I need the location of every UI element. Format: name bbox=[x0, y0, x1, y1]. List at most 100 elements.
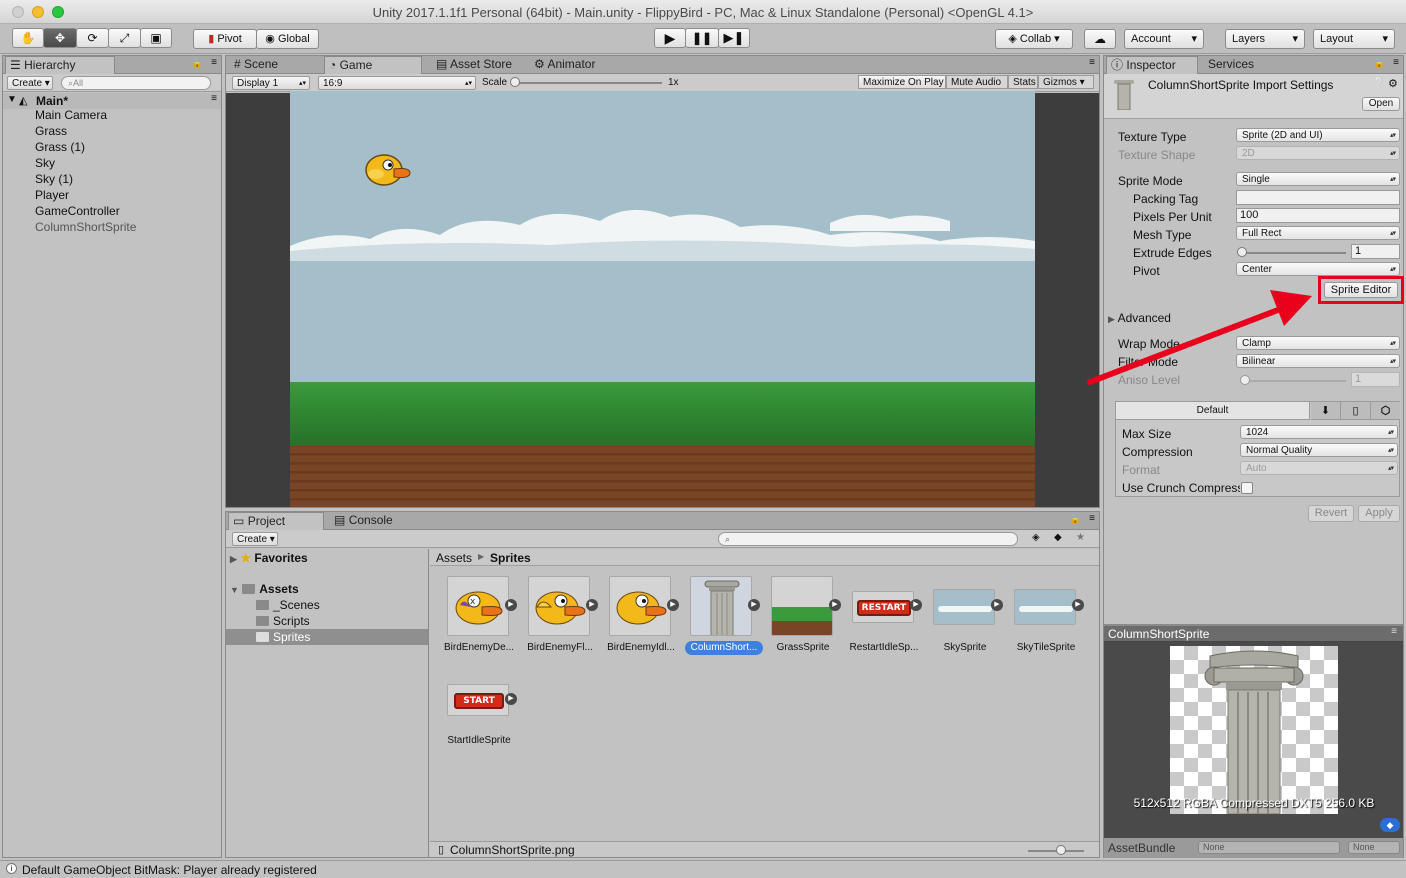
collab-dropdown[interactable]: ◈ Collab ▾ bbox=[995, 29, 1073, 49]
hierarchy-item[interactable]: Main Camera bbox=[35, 108, 107, 122]
packing-tag-field[interactable] bbox=[1236, 190, 1400, 205]
display-dropdown[interactable]: Display 1 ▴▾ bbox=[232, 76, 310, 90]
asset-label-selected[interactable]: ColumnShort... bbox=[685, 641, 763, 655]
open-button[interactable]: Open bbox=[1362, 97, 1400, 111]
extrude-edges-thumb[interactable] bbox=[1237, 247, 1247, 257]
asset-label[interactable]: BirdEnemyDe... bbox=[439, 642, 519, 653]
apply-button[interactable]: Apply bbox=[1358, 505, 1400, 522]
pivot-toggle[interactable]: ▮ Pivot bbox=[193, 29, 257, 49]
layers-dropdown[interactable]: Layers ▾ bbox=[1225, 29, 1305, 49]
revert-button[interactable]: Revert bbox=[1308, 505, 1354, 522]
asset-label[interactable]: RestartIdleSp... bbox=[844, 642, 924, 653]
folder-row[interactable]: Scripts bbox=[256, 614, 310, 628]
folder-row-selected[interactable]: Sprites bbox=[226, 629, 428, 645]
asset-thumbnail[interactable]: x bbox=[447, 576, 509, 636]
play-preview-icon[interactable]: ▶ bbox=[505, 599, 517, 611]
asset-label[interactable]: StartIdleSprite bbox=[439, 735, 519, 746]
asset-thumbnail[interactable] bbox=[528, 576, 590, 636]
tab-asset-store[interactable]: ▤ Asset Store bbox=[432, 56, 528, 74]
lock-icon[interactable]: 🔒 bbox=[192, 58, 203, 69]
play-preview-icon[interactable]: ▶ bbox=[586, 599, 598, 611]
play-preview-icon[interactable]: ▶ bbox=[910, 599, 922, 611]
asset-label[interactable]: SkyTileSprite bbox=[1006, 642, 1086, 653]
status-message[interactable]: Default GameObject BitMask: Player alrea… bbox=[22, 863, 317, 877]
panel-menu-icon[interactable]: ≡ bbox=[211, 57, 217, 68]
settings-icon[interactable]: ⚙ bbox=[1388, 77, 1398, 90]
scene-menu-icon[interactable]: ≡ bbox=[211, 93, 217, 104]
filter-type-icon[interactable]: ◈ bbox=[1032, 532, 1040, 543]
help-icon[interactable]: ❔ bbox=[1372, 77, 1386, 90]
expand-arrow-icon[interactable]: ▼ bbox=[7, 94, 17, 105]
play-preview-icon[interactable]: ▶ bbox=[505, 693, 517, 705]
star-icon[interactable]: ★ bbox=[1076, 532, 1085, 543]
label-tag-icon[interactable]: ◆ bbox=[1380, 818, 1400, 832]
asset-thumbnail[interactable] bbox=[771, 576, 833, 636]
expand-arrow-icon[interactable]: ▼ bbox=[230, 585, 239, 595]
asset-thumbnail[interactable] bbox=[609, 576, 671, 636]
platform-tab-mobile[interactable]: ▯ bbox=[1341, 402, 1371, 420]
hierarchy-search-input[interactable]: ⌕All bbox=[61, 76, 211, 90]
texture-type-dropdown[interactable]: Sprite (2D and UI) bbox=[1236, 128, 1400, 142]
play-preview-icon[interactable]: ▶ bbox=[829, 599, 841, 611]
asset-thumbnail[interactable] bbox=[1014, 589, 1076, 625]
hierarchy-item[interactable]: Sky bbox=[35, 156, 55, 170]
tab-animator[interactable]: ⚙ Animator bbox=[530, 56, 626, 74]
gizmos-dropdown[interactable]: Gizmos ▾ bbox=[1038, 75, 1094, 89]
panel-menu-icon[interactable]: ≡ bbox=[1393, 57, 1399, 68]
hierarchy-item[interactable]: ColumnShortSprite bbox=[35, 220, 136, 234]
tag-icon[interactable]: ◆ bbox=[1054, 532, 1062, 543]
game-viewport[interactable] bbox=[290, 91, 1035, 507]
hierarchy-item[interactable]: Grass (1) bbox=[35, 140, 85, 154]
play-button[interactable]: ▶ bbox=[654, 28, 686, 48]
scale-slider-track[interactable] bbox=[514, 82, 662, 84]
assets-row[interactable]: ▼ Assets bbox=[230, 582, 299, 596]
hierarchy-create-dropdown[interactable]: Create ▾ bbox=[7, 76, 53, 90]
lock-icon[interactable]: 🔒 bbox=[1070, 514, 1081, 525]
panel-menu-icon[interactable]: ≡ bbox=[1089, 57, 1095, 68]
aniso-level-field[interactable]: 1 bbox=[1351, 372, 1400, 387]
project-create-dropdown[interactable]: Create ▾ bbox=[232, 532, 278, 546]
hierarchy-item[interactable]: Grass bbox=[35, 124, 67, 138]
expand-arrow-icon[interactable]: ▶ bbox=[230, 554, 237, 564]
tab-hierarchy[interactable]: ☰ Hierarchy bbox=[5, 56, 115, 74]
preview-drag-handle-icon[interactable]: ≡ bbox=[1391, 626, 1397, 637]
hierarchy-item[interactable]: Player bbox=[35, 188, 69, 202]
hierarchy-item[interactable]: GameController bbox=[35, 204, 120, 218]
platform-tab-default[interactable]: Default bbox=[1116, 402, 1310, 420]
rotate-tool-button[interactable]: ⟳ bbox=[76, 28, 109, 48]
play-preview-icon[interactable]: ▶ bbox=[1072, 599, 1084, 611]
account-dropdown[interactable]: Account ▾ bbox=[1124, 29, 1204, 49]
global-toggle[interactable]: ◉ Global bbox=[256, 29, 319, 49]
panel-menu-icon[interactable]: ≡ bbox=[1089, 513, 1095, 524]
sprite-editor-button[interactable]: Sprite Editor bbox=[1324, 282, 1398, 298]
asset-thumbnail-selected[interactable] bbox=[690, 576, 752, 636]
project-search-input[interactable]: ⌕ bbox=[718, 532, 1018, 546]
scene-row[interactable]: ▼ ◭ Main* ≡ bbox=[3, 93, 221, 109]
aspect-dropdown[interactable]: 16:9 ▴▾ bbox=[318, 76, 476, 90]
asset-thumbnail[interactable] bbox=[933, 589, 995, 625]
asset-label[interactable]: BirdEnemyFl... bbox=[520, 642, 600, 653]
platform-tab-standalone[interactable]: ⬇ bbox=[1311, 402, 1341, 420]
pixels-per-unit-field[interactable]: 100 bbox=[1236, 208, 1400, 223]
step-button[interactable]: ▶❚ bbox=[718, 28, 750, 48]
extrude-edges-field[interactable]: 1 bbox=[1351, 244, 1400, 259]
scale-slider-thumb[interactable] bbox=[510, 77, 520, 87]
move-tool-button[interactable]: ✥ bbox=[43, 28, 77, 48]
breadcrumb-sprites[interactable]: Sprites bbox=[490, 551, 531, 565]
pivot-dropdown[interactable]: Center bbox=[1236, 262, 1400, 276]
favorites-row[interactable]: ▶ ★ Favorites bbox=[230, 551, 308, 565]
format-dropdown[interactable]: Auto bbox=[1240, 461, 1398, 475]
hierarchy-item[interactable]: Sky (1) bbox=[35, 172, 73, 186]
tab-console[interactable]: ▤ Console bbox=[330, 512, 420, 530]
texture-shape-dropdown[interactable]: 2D bbox=[1236, 146, 1400, 160]
asset-label[interactable]: GrassSprite bbox=[763, 642, 843, 653]
platform-tab-webgl[interactable]: ⬡ bbox=[1371, 402, 1400, 420]
tab-project[interactable]: ▭ Project bbox=[228, 512, 324, 530]
tab-services[interactable]: Services bbox=[1204, 56, 1284, 74]
play-preview-icon[interactable]: ▶ bbox=[667, 599, 679, 611]
layout-dropdown[interactable]: Layout ▾ bbox=[1313, 29, 1395, 49]
thumbnail-size-thumb[interactable] bbox=[1056, 845, 1066, 855]
assetbundle-dropdown[interactable]: None bbox=[1198, 841, 1340, 854]
mesh-type-dropdown[interactable]: Full Rect bbox=[1236, 226, 1400, 240]
mute-audio-toggle[interactable]: Mute Audio bbox=[946, 75, 1008, 89]
